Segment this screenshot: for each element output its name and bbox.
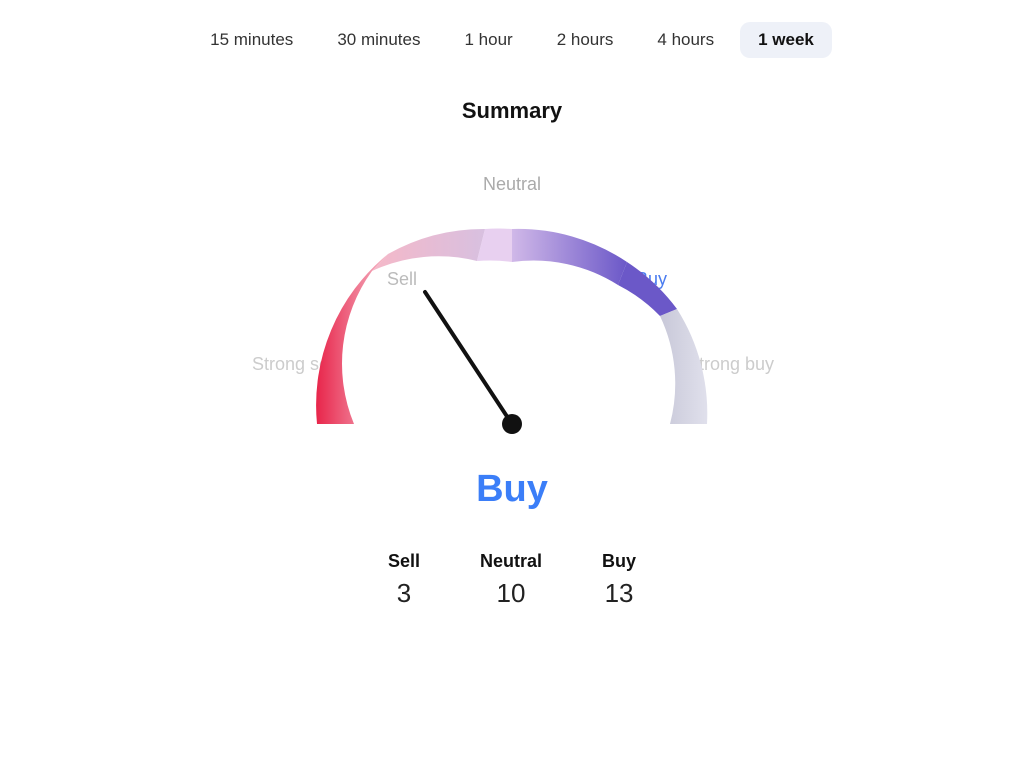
tab-1week[interactable]: 1 week xyxy=(740,22,832,58)
tab-15min[interactable]: 15 minutes xyxy=(192,22,311,58)
stat-buy-value: 13 xyxy=(605,578,634,609)
stat-neutral-label: Neutral xyxy=(480,551,542,572)
stat-sell: Sell 3 xyxy=(388,551,420,609)
tab-1hour[interactable]: 1 hour xyxy=(446,22,530,58)
stat-buy-label: Buy xyxy=(602,551,636,572)
stat-sell-value: 3 xyxy=(397,578,411,609)
result-label: Buy xyxy=(476,468,548,511)
stats-row: Sell 3 Neutral 10 Buy 13 xyxy=(388,551,636,609)
time-filter-tabs: 15 minutes 30 minutes 1 hour 2 hours 4 h… xyxy=(0,0,1024,78)
gauge-segment-strong-buy xyxy=(660,309,707,424)
gauge-segment-sell xyxy=(372,229,485,271)
tab-2hours[interactable]: 2 hours xyxy=(539,22,632,58)
gauge-segment-buy xyxy=(618,262,677,316)
gauge-segment-strong-sell xyxy=(316,254,388,424)
stat-sell-label: Sell xyxy=(388,551,420,572)
stat-buy: Buy 13 xyxy=(602,551,636,609)
gauge-segment-neutral-buy xyxy=(512,229,627,285)
summary-title: Summary xyxy=(462,98,562,124)
tab-30min[interactable]: 30 minutes xyxy=(319,22,438,58)
gauge-chart: Neutral Sell Buy Strong sell Strong buy xyxy=(232,154,792,454)
main-content: Summary Neutral Sell Buy Strong sell Str… xyxy=(0,78,1024,773)
stat-neutral-value: 10 xyxy=(497,578,526,609)
gauge-svg xyxy=(232,154,792,454)
gauge-pivot xyxy=(502,414,522,434)
tab-4hours[interactable]: 4 hours xyxy=(639,22,732,58)
stat-neutral: Neutral 10 xyxy=(480,551,542,609)
gauge-needle xyxy=(425,292,512,424)
